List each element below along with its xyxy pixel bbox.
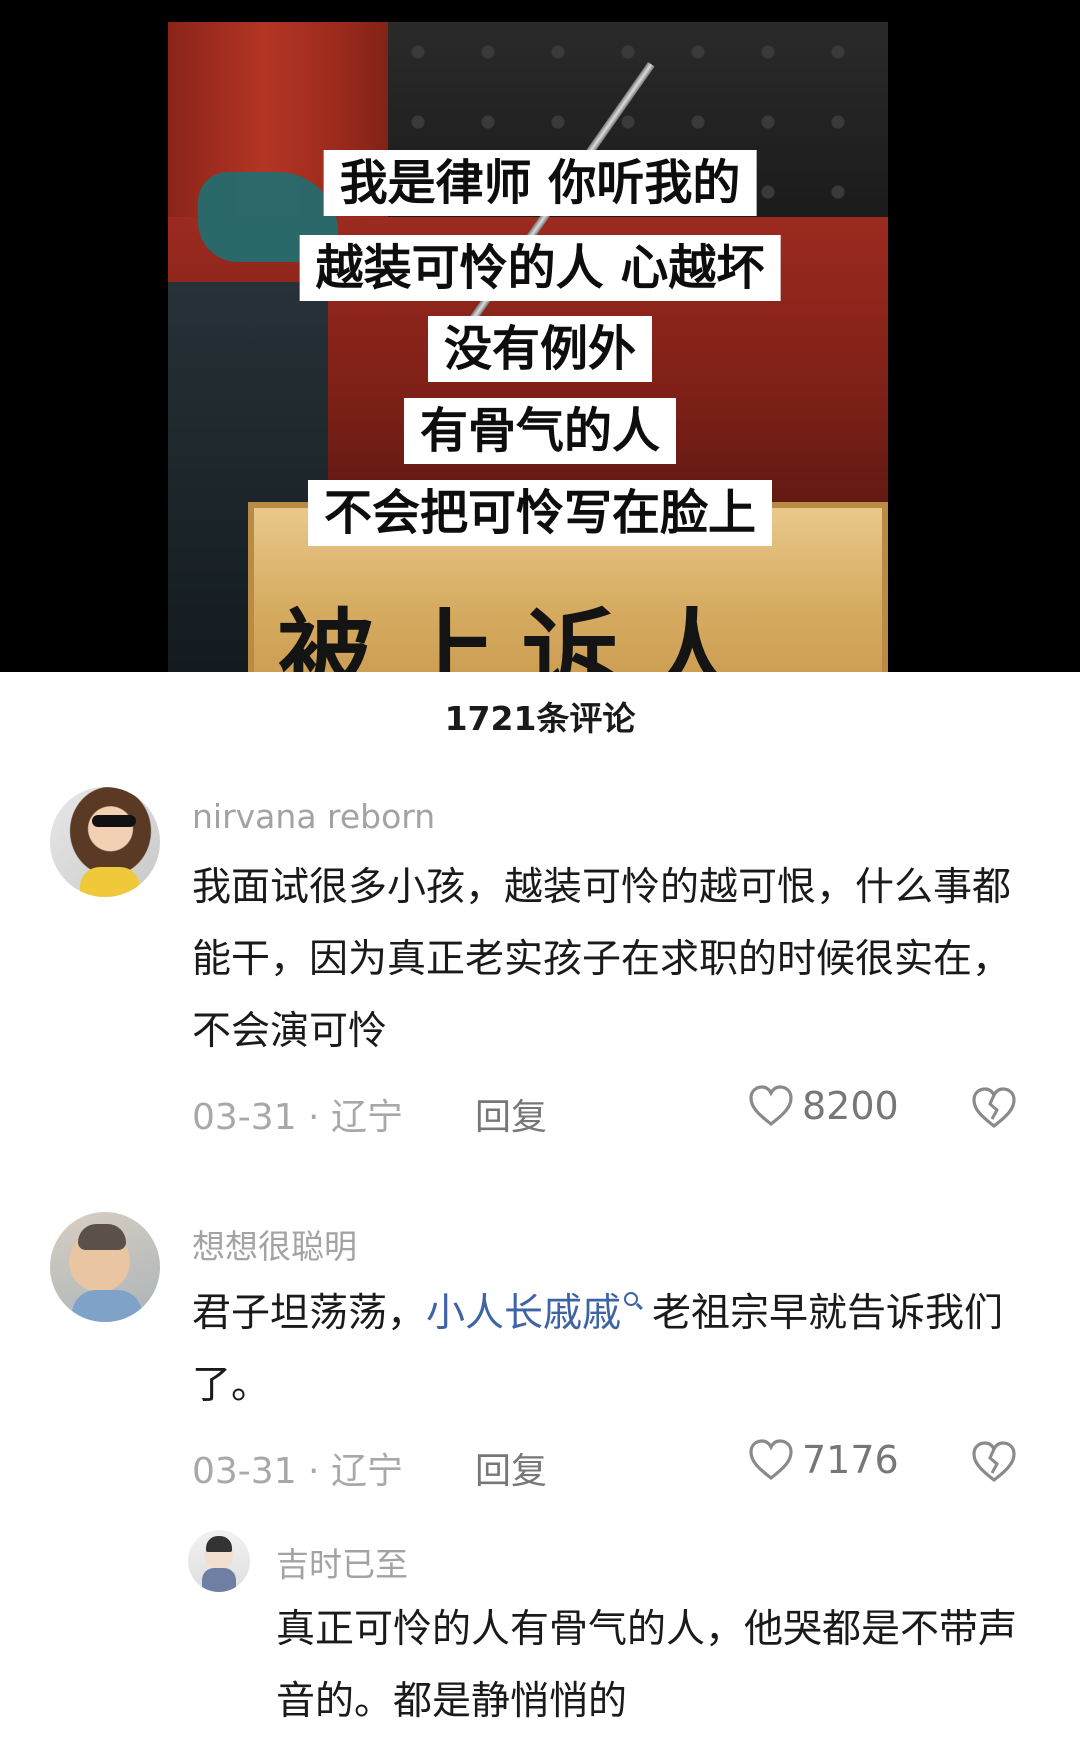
name-plate-text: 被上诉人 xyxy=(278,598,766,672)
comment-username[interactable]: 想想很聪明 xyxy=(192,1220,357,1268)
video-caption-line: 我是律师 你听我的 xyxy=(323,150,757,216)
video-caption-line: 不会把可怜写在脸上 xyxy=(307,480,773,546)
comment-text-part: 君子坦荡荡， xyxy=(192,1291,427,1336)
comment-username[interactable]: nirvana reborn xyxy=(192,797,435,836)
like-count: 7176 xyxy=(802,1438,899,1482)
search-icon[interactable] xyxy=(624,1292,639,1306)
reply-button[interactable]: 回复 xyxy=(475,1088,547,1140)
dislike-button[interactable] xyxy=(970,1440,1018,1488)
broken-heart-icon xyxy=(972,1087,1016,1129)
comment-count: 1721条评论 xyxy=(444,699,636,738)
avatar-shirt xyxy=(80,867,140,897)
heart-outline-icon xyxy=(749,1439,793,1481)
video-caption-line: 没有例外 xyxy=(427,316,653,382)
heart-outline-icon xyxy=(749,1085,793,1127)
comment-text: 君子坦荡荡，小人长戚戚 老祖宗早就告诉我们了。 xyxy=(192,1278,1042,1422)
comment-text: 我面试很多小孩，越装可怜的越可恨，什么事都能干，因为真正老实孩子在求职的时候很实… xyxy=(192,865,1012,1054)
avatar-sunglasses xyxy=(92,815,136,827)
avatar[interactable] xyxy=(188,1530,250,1592)
like-button[interactable]: 7176 xyxy=(748,1438,899,1482)
reply-button[interactable]: 回复 xyxy=(475,1442,547,1494)
avatar[interactable] xyxy=(50,787,160,897)
avatar-robe xyxy=(202,1568,236,1592)
video-caption-line: 有骨气的人 xyxy=(403,398,677,464)
video-player[interactable]: 被上诉人 我是律师 你听我的 越装可怜的人 心越坏 没有例外 有骨气的人 不会把… xyxy=(0,0,1080,672)
comment-text: 真正可怜的人有骨气的人，他哭都是不带声音的。都是静悄悄的 xyxy=(276,1607,1018,1724)
comment-username[interactable]: 吉时已至 xyxy=(276,1538,408,1586)
comment-meta: 03-31 · 辽宁 xyxy=(192,1097,403,1138)
like-button[interactable]: 8200 xyxy=(748,1084,899,1128)
avatar-body xyxy=(72,1290,142,1322)
broken-heart-icon xyxy=(972,1441,1016,1483)
avatar-hat xyxy=(206,1536,232,1552)
keyword-search-link[interactable]: 小人长戚戚 xyxy=(426,1291,621,1336)
like-count: 8200 xyxy=(802,1084,899,1128)
comment-meta: 03-31 · 辽宁 xyxy=(192,1451,403,1492)
dislike-button[interactable] xyxy=(970,1086,1018,1134)
video-caption-line: 越装可怜的人 心越坏 xyxy=(299,235,781,301)
avatar-hair xyxy=(78,1224,126,1250)
avatar[interactable] xyxy=(50,1212,160,1322)
